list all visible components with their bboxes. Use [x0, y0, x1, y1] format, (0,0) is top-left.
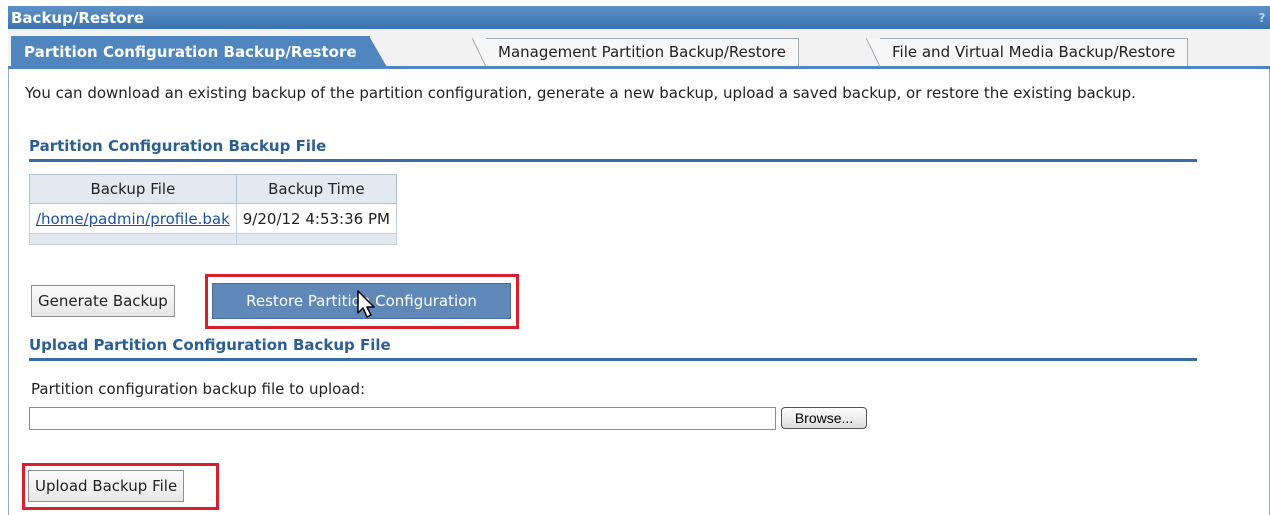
tab-partition-configuration-backup-restore[interactable]: Partition Configuration Backup/Restore	[11, 36, 387, 67]
backup-time-cell: 9/20/12 4:53:36 PM	[235, 203, 397, 234]
panel-titlebar: Backup/Restore ?	[8, 6, 1270, 29]
column-header-backup-time: Backup Time	[235, 174, 397, 204]
generate-backup-button[interactable]: Generate Backup	[31, 285, 175, 317]
tab-management-partition-backup-restore[interactable]: Management Partition Backup/Restore	[472, 38, 799, 67]
tab-label: Management Partition Backup/Restore	[498, 43, 786, 61]
upload-field-label: Partition configuration backup file to u…	[31, 380, 366, 398]
tab-label: File and Virtual Media Backup/Restore	[892, 43, 1176, 61]
browse-button[interactable]: Browse...	[781, 407, 867, 429]
tab-label: Partition Configuration Backup/Restore	[24, 43, 357, 61]
column-header-backup-file: Backup File	[29, 174, 237, 204]
mouse-pointer-icon	[357, 290, 375, 318]
backup-file-heading: Partition Configuration Backup File	[29, 137, 1197, 162]
table-footer-row	[29, 233, 397, 245]
backup-file-table: Backup File Backup Time /home/padmin/pro…	[29, 174, 397, 245]
table-header-row: Backup File Backup Time	[29, 174, 397, 204]
upload-backup-file-button[interactable]: Upload Backup File	[28, 470, 185, 502]
table-row: /home/padmin/profile.bak 9/20/12 4:53:36…	[29, 203, 397, 234]
backup-file-cell: /home/padmin/profile.bak	[29, 203, 237, 234]
tab-file-virtual-media-backup-restore[interactable]: File and Virtual Media Backup/Restore	[865, 38, 1189, 67]
backup-file-link[interactable]: /home/padmin/profile.bak	[36, 210, 230, 228]
tab-strip: Partition Configuration Backup/Restore M…	[8, 29, 1270, 69]
intro-text: You can download an existing backup of t…	[25, 84, 1136, 102]
backup-restore-panel	[8, 6, 1270, 515]
upload-file-path-input[interactable]	[29, 407, 776, 430]
upload-heading: Upload Partition Configuration Backup Fi…	[29, 336, 1197, 361]
panel-title: Backup/Restore	[11, 9, 145, 27]
help-icon[interactable]: ?	[1256, 11, 1268, 25]
